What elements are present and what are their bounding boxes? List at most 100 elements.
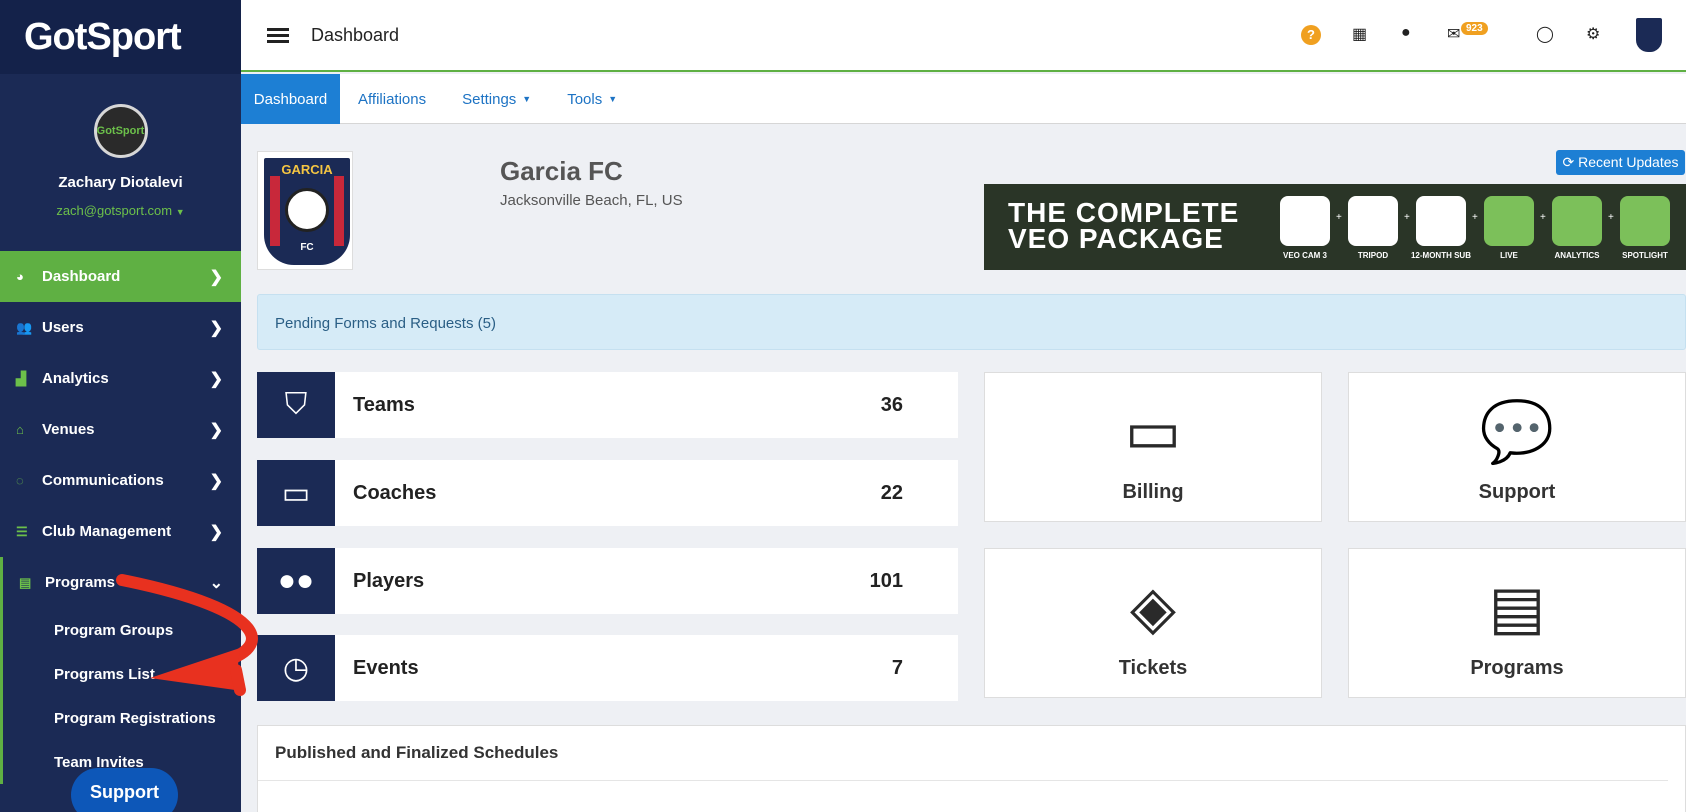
sidebar-item-analytics[interactable]: ▟ Analytics ❯ — [0, 353, 241, 404]
caret-down-icon: ▼ — [175, 207, 185, 217]
caret-down-icon: ▼ — [522, 94, 532, 104]
support-button[interactable]: Support — [71, 768, 178, 812]
chat-icon[interactable]: ◯ — [1536, 24, 1554, 44]
chevron-right-icon: ❯ — [209, 370, 223, 388]
avatar[interactable]: GotSport — [93, 104, 148, 158]
shield-icon — [1416, 196, 1466, 246]
tab-dashboard[interactable]: Dashboard — [241, 74, 340, 124]
club-logo: GARCIA FC — [257, 151, 353, 270]
help-icon[interactable]: ? — [1301, 25, 1321, 45]
tab-affiliations[interactable]: Affiliations — [340, 74, 444, 124]
users-icon: ●● — [257, 548, 335, 614]
crest-text: GARCIA — [281, 162, 333, 177]
club-management-icon: ☰ — [16, 523, 28, 539]
soccer-ball-icon — [285, 188, 329, 232]
programs-icon: ▤ — [19, 574, 32, 590]
mail-count-badge: 923 — [1461, 22, 1488, 35]
stat-row-events[interactable]: ◷ Events 7 — [257, 635, 958, 701]
users-icon: 👥 — [16, 319, 33, 335]
sidebar-item-label: Users — [42, 319, 84, 336]
stat-label: Events — [353, 656, 419, 679]
gotsport-logo[interactable]: GotSport — [24, 16, 182, 59]
veo-ad-banner[interactable]: THE COMPLETE VEO PACKAGE VEO CAM 3 + TRI… — [984, 184, 1686, 270]
stat-row-coaches[interactable]: ▭ Coaches 22 — [257, 460, 958, 526]
stat-label: Players — [353, 569, 425, 592]
top-bar: Dashboard ? ▦ ● ✉ 923 ◯ ⚙ — [241, 0, 1686, 72]
tab-label: Settings — [462, 90, 517, 108]
pending-forms-alert[interactable]: Pending Forms and Requests (5) — [257, 294, 1686, 350]
spotlight-icon — [1620, 196, 1670, 246]
tab-tools[interactable]: Tools ▼ — [549, 74, 635, 124]
document-icon: ▤ — [1488, 574, 1546, 641]
shield-icon: ⛉ — [257, 372, 335, 438]
ticket-icon: ◈ — [1129, 574, 1177, 641]
banner-item-label: TRIPOD — [1357, 251, 1389, 260]
stat-label: Teams — [353, 393, 415, 416]
sidebar-subitem-programs-list[interactable]: Programs List — [0, 652, 241, 696]
qr-code-icon[interactable]: ▦ — [1352, 24, 1367, 44]
chevron-right-icon: ❯ — [209, 421, 223, 439]
chevron-right-icon: ❯ — [209, 472, 223, 490]
stat-value: 101 — [869, 569, 903, 592]
sidebar-subitem-program-registrations[interactable]: Program Registrations — [0, 696, 241, 740]
recent-updates-label: Recent Updates — [1578, 154, 1679, 170]
logo-bar[interactable]: GotSport — [0, 0, 241, 74]
club-name: Garcia FC — [500, 156, 623, 186]
sidebar-item-club-management[interactable]: ☰ Club Management ❯ — [0, 506, 241, 557]
refresh-icon: ⟳ — [1562, 154, 1575, 170]
banner-item-label: LIVE — [1500, 251, 1518, 260]
user-name: Zachary Diotalevi — [58, 174, 183, 191]
sidebar-item-venues[interactable]: ⌂ Venues ❯ — [0, 404, 241, 455]
banner-headline: THE COMPLETE VEO PACKAGE — [1008, 199, 1239, 253]
tile-programs[interactable]: ▤ Programs — [1348, 548, 1686, 698]
chevron-down-icon: ⌄ — [209, 574, 223, 592]
tile-support[interactable]: 💬 Support — [1348, 372, 1686, 522]
club-location: Jacksonville Beach, FL, US — [500, 192, 683, 209]
sidebar-subitem-program-groups[interactable]: Program Groups — [0, 608, 241, 652]
sidebar-item-dashboard[interactable]: ◕ Dashboard ❯ — [0, 251, 241, 302]
club-crest-icon[interactable] — [1636, 18, 1662, 52]
banner-item-label: 12-MONTH SUB — [1410, 251, 1471, 260]
recent-updates-button[interactable]: ⟳ Recent Updates — [1556, 150, 1685, 175]
sidebar: GotSport GotSport Zachary Diotalevi zach… — [0, 0, 241, 812]
avatar-text: GotSport — [96, 125, 145, 137]
sidebar-item-users[interactable]: 👥 Users ❯ — [0, 302, 241, 353]
dashboard-icon: ◕ — [16, 269, 24, 284]
tile-label: Support — [1478, 481, 1556, 503]
stat-value: 22 — [880, 481, 903, 504]
hamburger-menu-icon[interactable] — [267, 25, 289, 46]
sidebar-item-label: Programs — [45, 574, 116, 591]
mail-icon[interactable]: ✉ — [1447, 24, 1460, 44]
tile-tickets[interactable]: ◈ Tickets — [984, 548, 1322, 698]
clock-icon: ◷ — [257, 635, 335, 701]
tile-billing[interactable]: ▭ Billing — [984, 372, 1322, 522]
sidebar-item-label: Dashboard — [42, 268, 121, 285]
tab-settings[interactable]: Settings ▼ — [444, 74, 549, 124]
communications-icon: ◌ — [16, 473, 24, 488]
chevron-right-icon: ❯ — [209, 268, 223, 286]
veo-cam-icon — [1280, 196, 1330, 246]
stat-row-teams[interactable]: ⛉ Teams 36 — [257, 372, 958, 438]
stat-label: Coaches — [353, 481, 437, 504]
club-crest: GARCIA FC — [264, 158, 350, 265]
sidebar-item-programs[interactable]: ▤ Programs ⌄ — [0, 557, 241, 608]
chevron-right-icon: ❯ — [209, 319, 223, 337]
book-icon: ▭ — [257, 460, 335, 526]
tile-label: Programs — [1470, 657, 1564, 679]
banner-item-label: SPOTLIGHT — [1622, 251, 1668, 260]
user-profile: GotSport Zachary Diotalevi zach@gotsport… — [0, 74, 241, 251]
tile-label: Billing — [1122, 481, 1184, 503]
chevron-right-icon: ❯ — [209, 523, 223, 541]
analytics-icon: ▟ — [16, 370, 26, 386]
sidebar-item-communications[interactable]: ◌ Communications ❯ — [0, 455, 241, 506]
stat-value: 7 — [891, 656, 903, 679]
stat-row-players[interactable]: ●● Players 101 — [257, 548, 958, 614]
banner-item-label: ANALYTICS — [1554, 251, 1600, 260]
gear-icon[interactable]: ⚙ — [1586, 24, 1600, 44]
live-icon — [1484, 196, 1534, 246]
user-icon[interactable]: ● — [1401, 24, 1411, 42]
user-email-dropdown[interactable]: zach@gotsport.com ▼ — [0, 203, 241, 218]
sidebar-item-label: Venues — [42, 421, 95, 438]
tripod-icon — [1348, 196, 1398, 246]
analytics-icon — [1552, 196, 1602, 246]
